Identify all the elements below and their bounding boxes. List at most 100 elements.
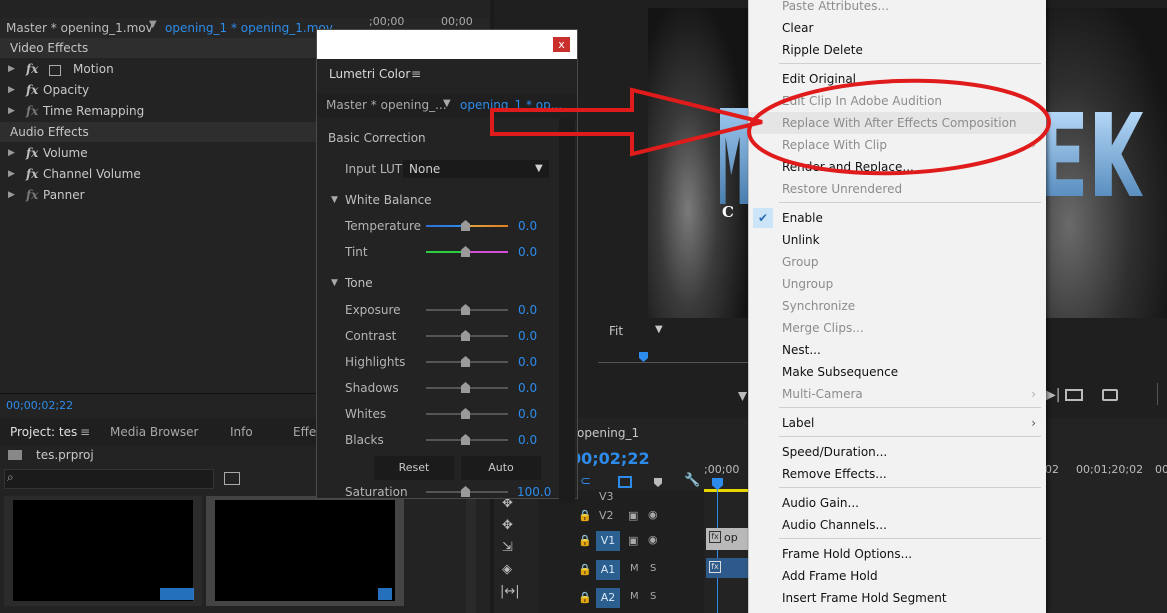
transform-icon[interactable] xyxy=(49,65,61,76)
close-button[interactable]: x xyxy=(553,37,570,52)
slider-knob[interactable] xyxy=(461,408,470,419)
monitor-scrub-bar[interactable] xyxy=(598,362,748,363)
expand-triangle-icon[interactable]: ▶ xyxy=(8,164,15,185)
track-header-v2[interactable]: 🔒 V2 ▣ ◉ xyxy=(538,505,704,527)
fx-icon[interactable]: fx xyxy=(26,143,38,164)
collapse-triangle-icon[interactable]: ▼ xyxy=(331,187,338,213)
sequence-clip-tab[interactable]: opening_1 * op... xyxy=(460,98,562,112)
tab-media-browser[interactable]: Media Browser xyxy=(110,418,198,446)
menu-item-remove-effects[interactable]: Remove Effects... xyxy=(749,463,1046,485)
slider-value[interactable]: 0.0 xyxy=(518,297,537,323)
zoom-select[interactable]: Fit ▼ xyxy=(597,322,667,340)
menu-item-speed-duration[interactable]: Speed/Duration... xyxy=(749,441,1046,463)
lock-icon[interactable]: 🔒 xyxy=(578,509,592,522)
rate-stretch-icon[interactable]: ⇲ xyxy=(502,540,513,555)
solo-button[interactable]: S xyxy=(650,563,656,574)
wrench-icon[interactable]: 🔧 xyxy=(684,473,700,488)
mute-button[interactable]: M xyxy=(630,591,639,602)
chevron-down-icon[interactable]: ▼ xyxy=(655,324,663,335)
chevron-down-icon[interactable]: ▼ xyxy=(535,156,543,182)
sequence-tab[interactable]: opening_1 xyxy=(577,426,639,440)
menu-item-audio-gain[interactable]: Audio Gain... xyxy=(749,492,1046,514)
menu-item-render-and-replace[interactable]: Render and Replace... xyxy=(749,156,1046,178)
menu-item-unlink[interactable]: Unlink xyxy=(749,229,1046,251)
collapse-triangle-icon[interactable]: ▼ xyxy=(331,270,338,296)
track-header-a2[interactable]: 🔒 A2 M S xyxy=(538,585,704,611)
menu-item-label[interactable]: Label › xyxy=(749,412,1046,434)
white-balance-header[interactable]: ▼ White Balance xyxy=(317,187,577,213)
hamburger-icon[interactable]: ≡ xyxy=(411,67,421,81)
sync-lock-icon[interactable]: ▣ xyxy=(628,534,638,547)
razor-icon[interactable]: ◈ xyxy=(502,562,512,577)
lock-icon[interactable]: 🔒 xyxy=(578,534,592,547)
slider-value[interactable]: 0.0 xyxy=(518,323,537,349)
slider-knob[interactable] xyxy=(461,382,470,393)
slider-knob[interactable] xyxy=(461,486,470,497)
timeline-timecode[interactable]: 00;02;22 xyxy=(570,449,650,468)
menu-item-make-subsequence[interactable]: Make Subsequence xyxy=(749,361,1046,383)
tint-slider[interactable] xyxy=(426,246,508,257)
contrast-slider[interactable] xyxy=(426,330,508,341)
slider-value[interactable]: 0.0 xyxy=(518,427,537,453)
project-thumbnail[interactable] xyxy=(206,496,404,606)
camera-icon[interactable] xyxy=(1102,389,1118,401)
mute-button[interactable]: M xyxy=(630,563,639,574)
sequence-clip-tab[interactable]: opening_1 * opening_1.mov xyxy=(165,21,333,35)
menu-item-nest[interactable]: Nest... xyxy=(749,339,1046,361)
expand-triangle-icon[interactable]: ▶ xyxy=(8,59,15,80)
add-marker-icon[interactable] xyxy=(654,478,662,487)
new-bin-icon[interactable] xyxy=(224,472,240,485)
menu-item-clear[interactable]: Clear xyxy=(749,17,1046,39)
track-label[interactable]: A2 xyxy=(596,588,620,608)
lock-icon[interactable]: 🔒 xyxy=(578,563,592,576)
slider-knob[interactable] xyxy=(461,246,470,257)
eye-icon[interactable]: ◉ xyxy=(648,508,658,521)
auto-button[interactable]: Auto xyxy=(461,456,541,480)
snap-icon[interactable]: ⊂ xyxy=(580,474,591,489)
menu-item-ripple-delete[interactable]: Ripple Delete xyxy=(749,39,1046,61)
blacks-slider[interactable] xyxy=(426,434,508,445)
audio-clip[interactable]: fx xyxy=(706,558,748,578)
menu-item-edit-original[interactable]: Edit Original xyxy=(749,68,1046,90)
basic-correction-header[interactable]: Basic Correction xyxy=(328,131,426,145)
master-clip-tab[interactable]: Master * opening_... xyxy=(326,98,447,112)
exposure-slider[interactable] xyxy=(426,304,508,315)
tab-info[interactable]: Info xyxy=(230,418,253,446)
linked-selection-icon[interactable] xyxy=(618,476,632,488)
expand-triangle-icon[interactable]: ▶ xyxy=(8,143,15,164)
ripple-edit-icon[interactable]: ✥ xyxy=(502,518,513,533)
fx-icon[interactable]: fx xyxy=(26,80,38,101)
export-frame-icon[interactable] xyxy=(1065,389,1083,401)
tab-project[interactable]: Project: tes xyxy=(10,418,77,446)
slider-knob[interactable] xyxy=(461,220,470,231)
slider-knob[interactable] xyxy=(461,356,470,367)
master-clip-tab[interactable]: Master * opening_1.mov xyxy=(6,21,153,35)
reset-button[interactable]: Reset xyxy=(374,456,454,480)
highlights-slider[interactable] xyxy=(426,356,508,367)
slider-value[interactable]: 0.0 xyxy=(518,375,537,401)
lumetri-panel-title[interactable]: Lumetri Color xyxy=(329,67,410,81)
slider-value[interactable]: 100.0 xyxy=(517,479,551,505)
chevron-down-icon[interactable]: ▼ xyxy=(443,98,451,109)
whites-slider[interactable] xyxy=(426,408,508,419)
expand-triangle-icon[interactable]: ▶ xyxy=(8,101,15,122)
project-search-input[interactable]: ⌕ xyxy=(4,469,214,489)
lock-icon[interactable]: 🔒 xyxy=(578,591,592,604)
slip-icon[interactable]: |↔| xyxy=(500,584,520,599)
playhead-icon[interactable] xyxy=(639,352,648,362)
video-clip[interactable]: fx op xyxy=(706,528,748,550)
chevron-right-icon[interactable]: › xyxy=(1031,412,1036,434)
expand-triangle-icon[interactable]: ▶ xyxy=(8,80,15,101)
track-header-v1[interactable]: 🔒 V1 ▣ ◉ xyxy=(538,528,704,554)
shadows-slider[interactable] xyxy=(426,382,508,393)
sync-lock-icon[interactable]: ▣ xyxy=(628,509,638,522)
slider-knob[interactable] xyxy=(461,330,470,341)
track-label[interactable]: V1 xyxy=(596,531,620,551)
slider-knob[interactable] xyxy=(461,434,470,445)
input-lut-select[interactable]: None ▼ xyxy=(403,160,549,178)
fx-icon[interactable]: fx xyxy=(26,59,38,80)
project-thumbnail[interactable] xyxy=(4,496,202,606)
menu-item-enable[interactable]: ✔ Enable xyxy=(749,207,1046,229)
temperature-slider[interactable] xyxy=(426,220,508,231)
marker-icon[interactable] xyxy=(738,392,747,401)
